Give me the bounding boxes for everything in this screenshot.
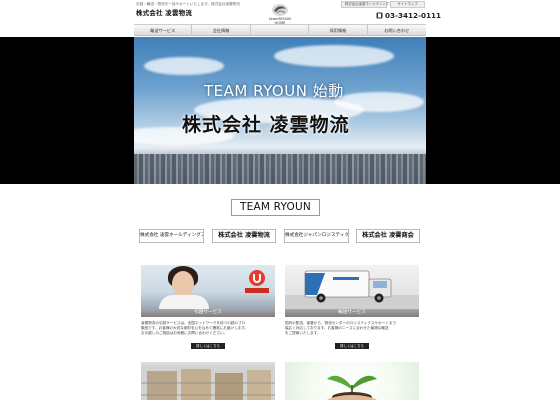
u-badge-icon <box>249 270 265 286</box>
header: 引越・輸送・物流を一括サポートいたします。株式会社凌雲物流 株式会社 凌雲物流 … <box>0 0 560 25</box>
moving-service-title[interactable]: 引越サービス <box>141 309 275 317</box>
moving-service-details-button[interactable]: 詳しくはこちら <box>191 343 225 349</box>
team-ryoun-logo: TEAM RYOUN <box>231 199 320 216</box>
header-links: 株式会社凌雲ホールディングス サイトマップ <box>341 1 425 8</box>
transport-service-details-button[interactable]: 詳しくはこちら <box>335 343 369 349</box>
group-logo-japan-logistics[interactable]: 株式会社ジャパンロジスティクス <box>284 229 349 243</box>
transport-service-text-3: をご提案いたします。 <box>285 331 321 335</box>
main-nav: 輸送サービス 会社情報 採用情報 お問い合わせ <box>134 24 426 36</box>
moving-service-text-3: お引越しのご相談はお気軽にお問い合わせください。 <box>141 331 228 335</box>
hero-headline: TEAM RYOUN 始動 <box>204 82 344 100</box>
group-logo-ryoun-logistics[interactable]: 株式会社 凌雲物流 <box>212 229 276 243</box>
phone-contact: 03-3412-0111 <box>376 11 441 20</box>
nav-recruit[interactable]: 採用情報 <box>309 25 368 36</box>
group-logo-holdings[interactable]: 株式会社 凌雲ホールディングス <box>139 229 204 243</box>
header-tagline: 引越・輸送・物流を一括サポートいたします。株式会社凌雲物流 <box>136 2 240 6</box>
nav-company-info[interactable]: 会社情報 <box>192 25 251 36</box>
moving-service-image[interactable] <box>141 265 275 309</box>
warehouse-image[interactable] <box>141 362 275 400</box>
group-logo-ryoun-shokai[interactable]: 株式会社 凌雲商会 <box>356 229 420 243</box>
hero-sky-image: TEAM RYOUN 始動 株式会社 凌雲物流 <box>134 37 426 184</box>
transport-service-title[interactable]: 輸送サービス <box>285 309 419 317</box>
sitemap-link[interactable]: サイトマップ <box>390 1 425 8</box>
phone-number: 03-3412-0111 <box>385 11 441 20</box>
hero-company-name: 株式会社 凌雲物流 <box>182 114 350 136</box>
nav-contact[interactable]: お問い合わせ <box>368 25 426 36</box>
company-logo[interactable]: 株式会社 凌雲物流 <box>136 8 192 17</box>
plant-image[interactable] <box>285 362 419 400</box>
ryoun-mark-icon <box>271 3 289 17</box>
hero-banner: TEAM RYOUN 始動 株式会社 凌雲物流 <box>0 37 560 184</box>
phone-icon <box>376 12 383 19</box>
transport-service-image[interactable] <box>285 265 419 309</box>
nav-home-gap <box>251 25 310 36</box>
nav-transport-service[interactable]: 輸送サービス <box>134 25 193 36</box>
holdings-link[interactable]: 株式会社凌雲ホールディングス <box>341 1 392 8</box>
